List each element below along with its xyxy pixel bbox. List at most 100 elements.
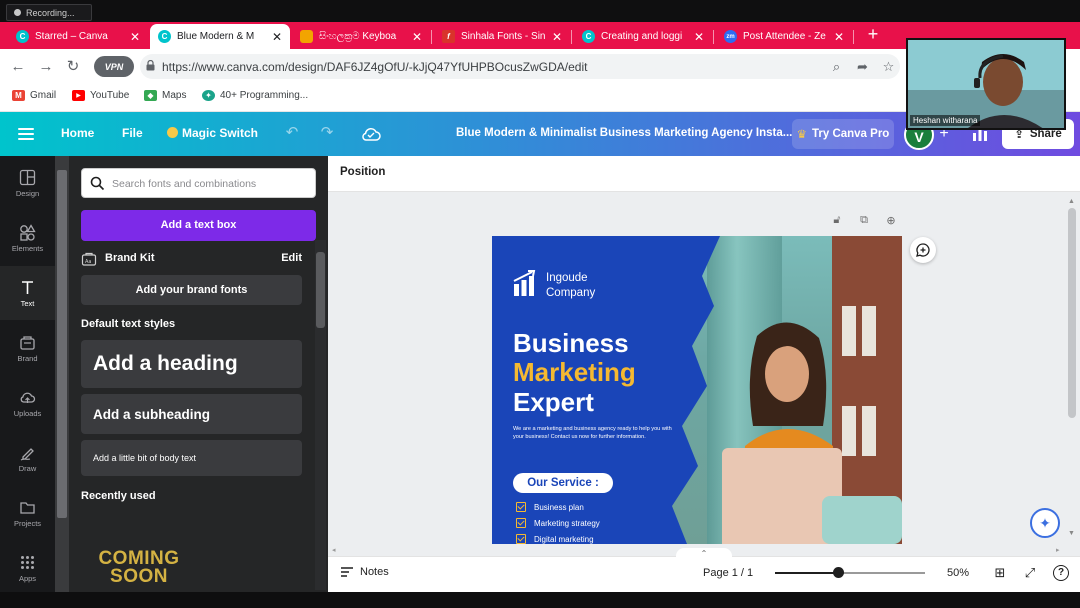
fullscreen-icon[interactable]: ⤢ <box>1022 565 1038 581</box>
design-icon <box>19 169 36 185</box>
add-brand-fonts-button[interactable]: Add your brand fonts <box>81 275 302 305</box>
forward-arrow-icon[interactable]: → <box>36 57 56 77</box>
lock-page-icon[interactable]: 🔓︎ <box>830 214 844 228</box>
rail-projects[interactable]: Projects <box>0 486 55 540</box>
add-text-box-button[interactable]: Add a text box <box>81 210 316 241</box>
service-item: Business plan <box>516 502 584 512</box>
bookmark-star-icon[interactable]: ☆ <box>880 58 897 75</box>
close-tab-icon[interactable]: ✕ <box>412 30 422 44</box>
tab-sinhala-fonts[interactable]: f Sinhala Fonts - Sin ✕ <box>434 24 570 49</box>
tab-blue-modern[interactable]: C Blue Modern & M ✕ <box>150 24 290 49</box>
gmail-icon: M <box>12 90 25 101</box>
zoom-slider-handle[interactable] <box>833 567 844 578</box>
bookmark-label: 40+ Programming... <box>220 90 309 101</box>
scroll-left-arrow-icon[interactable]: ◂ <box>332 546 336 554</box>
duplicate-page-icon[interactable]: ⧉ <box>857 214 871 228</box>
close-tab-icon[interactable]: ✕ <box>272 30 282 44</box>
zoom-lens-icon[interactable]: ⌕ <box>828 58 845 75</box>
bookmark-gmail[interactable]: M Gmail <box>12 90 56 101</box>
text-icon <box>22 280 33 294</box>
add-comment-button[interactable] <box>910 237 936 263</box>
rail-elements[interactable]: Elements <box>0 211 55 265</box>
bookmark-youtube[interactable]: ▶ YouTube <box>72 90 129 101</box>
tab-title: Post Attendee - Ze <box>743 31 826 42</box>
undo-icon[interactable]: ↶ <box>283 124 301 142</box>
rail-brand[interactable]: Brand <box>0 321 55 375</box>
design-page[interactable]: Ingoude Company Business Marketing Exper… <box>492 236 902 544</box>
checkbox-icon <box>516 534 526 544</box>
show-pages-handle[interactable]: ⌃ <box>676 548 732 560</box>
recent-font-sample[interactable]: COMING SOON <box>93 549 185 587</box>
panel-scroll-thumb[interactable] <box>316 252 325 328</box>
reload-icon[interactable]: ↻ <box>63 57 83 77</box>
search-icon <box>90 176 105 191</box>
bookmark-programming[interactable]: ✦ 40+ Programming... <box>202 90 308 101</box>
brand-kit-edit-link[interactable]: Edit <box>281 252 302 264</box>
tab-divider <box>571 30 572 44</box>
canva-favicon-icon: C <box>582 30 595 43</box>
bookmark-label: YouTube <box>90 90 130 101</box>
file-menu[interactable]: File <box>122 126 143 140</box>
address-bar[interactable]: https://www.canva.com/design/DAF6JZ4gOfU… <box>140 54 900 79</box>
recent-sample-line: SOON <box>110 566 168 587</box>
tab-creating-logging[interactable]: C Creating and loggi ✕ <box>574 24 712 49</box>
bookmark-label: Maps <box>162 90 187 101</box>
rail-uploads[interactable]: Uploads <box>0 376 55 430</box>
design-description: We are a marketing and business agency r… <box>513 426 672 440</box>
magic-assistant-button[interactable]: ✦ <box>1030 508 1060 538</box>
brush-edge <box>662 236 720 544</box>
rail-draw[interactable]: Draw <box>0 431 55 485</box>
rail-apps[interactable]: Apps <box>0 541 55 595</box>
add-page-icon[interactable]: ⊕ <box>884 214 898 228</box>
close-tab-icon[interactable]: ✕ <box>552 30 562 44</box>
add-heading-option[interactable]: Add a heading <box>81 340 302 388</box>
cloud-saved-icon[interactable] <box>360 125 382 143</box>
uploads-icon <box>20 392 36 403</box>
document-title[interactable]: Blue Modern & Minimalist Business Market… <box>456 127 792 139</box>
new-tab-button[interactable]: + <box>864 23 882 47</box>
scroll-right-arrow-icon[interactable]: ▸ <box>1056 546 1060 554</box>
keyboard-favicon-icon <box>300 30 313 43</box>
redo-icon[interactable]: ↷ <box>318 124 336 142</box>
projects-icon <box>20 501 35 514</box>
tab-divider <box>431 30 432 44</box>
font-search-input[interactable]: Search fonts and combinations <box>81 168 316 198</box>
bookmark-maps[interactable]: ◆ Maps <box>144 90 186 101</box>
vpn-label: VPN <box>104 61 124 72</box>
magic-switch-button[interactable]: Magic Switch <box>167 126 258 140</box>
position-button[interactable]: Position <box>340 166 385 178</box>
close-tab-icon[interactable]: ✕ <box>130 30 140 44</box>
close-tab-icon[interactable]: ✕ <box>694 30 704 44</box>
tab-starred-canva[interactable]: C Starred – Canva ✕ <box>8 24 148 49</box>
panel-left-scroll-thumb[interactable] <box>57 170 67 518</box>
grid-view-icon[interactable]: ⊞ <box>992 565 1008 581</box>
notes-button[interactable]: Notes <box>340 566 389 578</box>
close-tab-icon[interactable]: ✕ <box>834 30 844 44</box>
help-icon[interactable]: ? <box>1053 565 1069 581</box>
scroll-up-arrow-icon[interactable]: ▲ <box>1068 198 1075 205</box>
try-canva-pro-button[interactable]: ♛ Try Canva Pro <box>792 119 894 149</box>
rail-design[interactable]: Design <box>0 156 55 210</box>
company-name-line: Ingoude <box>546 272 588 284</box>
subheading-label: Add a subheading <box>93 406 211 422</box>
tab-post-attendee[interactable]: zm Post Attendee - Ze ✕ <box>716 24 852 49</box>
share-page-icon[interactable]: ➦ <box>854 58 871 75</box>
recording-indicator[interactable]: Recording... <box>6 4 92 21</box>
canva-favicon-icon: C <box>158 30 171 43</box>
recording-label: Recording... <box>26 7 75 18</box>
rail-text[interactable]: Text <box>0 266 55 320</box>
add-body-text-option[interactable]: Add a little bit of body text <box>81 440 302 476</box>
vpn-badge[interactable]: VPN <box>94 56 134 77</box>
page-indicator[interactable]: Page 1 / 1 <box>703 567 753 579</box>
canvas-vertical-scroll-thumb[interactable] <box>1068 208 1076 418</box>
service-label: Marketing strategy <box>534 518 600 528</box>
try-pro-label: Try Canva Pro <box>811 128 890 140</box>
home-link[interactable]: Home <box>61 126 94 140</box>
scroll-down-arrow-icon[interactable]: ▼ <box>1068 530 1075 537</box>
service-label: Business plan <box>534 502 584 512</box>
add-subheading-option[interactable]: Add a subheading <box>81 394 302 434</box>
menu-icon[interactable] <box>18 125 34 141</box>
zoom-level[interactable]: 50% <box>947 567 969 579</box>
tab-sinhala-keyboard[interactable]: සිංහලක්‍රම Keyboa ✕ <box>292 24 430 49</box>
back-arrow-icon[interactable]: ← <box>8 57 28 77</box>
